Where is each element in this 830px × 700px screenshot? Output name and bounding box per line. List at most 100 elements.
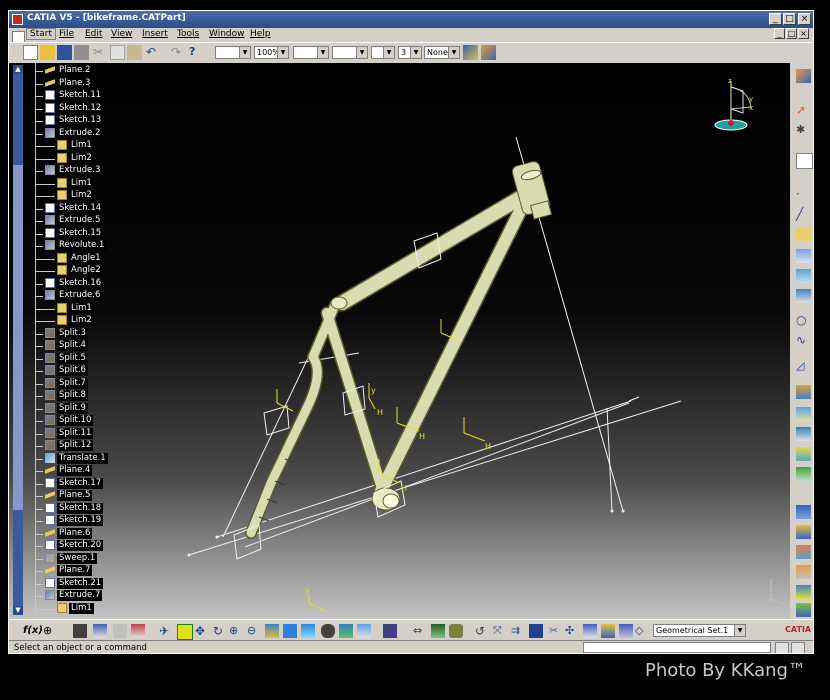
menu-insert[interactable]: Insert xyxy=(142,29,168,39)
layers-icon[interactable] xyxy=(619,624,633,638)
material-icon[interactable] xyxy=(357,624,371,638)
transparency-combo[interactable]: 100% ▼ xyxy=(254,46,289,59)
tree-node[interactable]: Extrude.5 xyxy=(35,215,103,227)
tree-node[interactable]: Revolute.1 xyxy=(35,240,107,252)
hide-show-icon[interactable] xyxy=(321,624,335,638)
shading-icon[interactable] xyxy=(301,624,315,638)
tree-node[interactable]: Sketch.11 xyxy=(35,90,104,102)
line-thickness-combo[interactable]: ▼ xyxy=(293,46,329,59)
macro-icon[interactable] xyxy=(131,624,145,638)
tree-node[interactable]: Plane.7 xyxy=(35,565,93,577)
help-icon[interactable]: ? xyxy=(189,45,204,60)
doc-minimize-button[interactable]: _ xyxy=(774,28,785,39)
constraint-icon[interactable] xyxy=(601,624,615,638)
swap-view-icon[interactable] xyxy=(339,624,353,638)
tree-node[interactable]: Lim2 xyxy=(35,190,94,202)
title-bar[interactable]: CATIA V5 - [bikeframe.CATPart] _ □ × xyxy=(9,11,813,28)
menu-file[interactable]: File xyxy=(59,29,74,39)
menu-start[interactable]: Start xyxy=(26,28,56,40)
tree-node[interactable]: Plane.4 xyxy=(35,465,93,477)
power-input-icon[interactable] xyxy=(775,642,789,653)
tree-node[interactable]: Sketch.17 xyxy=(35,477,104,490)
trim-icon[interactable] xyxy=(796,545,811,559)
snap-icon[interactable]: ✣ xyxy=(565,624,579,638)
menu-help[interactable]: Help xyxy=(250,29,271,39)
open-icon[interactable] xyxy=(40,45,55,60)
line-icon[interactable]: ╱ xyxy=(796,207,811,221)
intersection-icon[interactable] xyxy=(796,385,811,399)
tree-node[interactable]: Split.8 xyxy=(35,390,88,402)
tree-node[interactable]: Angle2 xyxy=(35,265,103,277)
weight-combo[interactable]: 3 ▼ xyxy=(398,46,422,59)
normal-view-icon[interactable] xyxy=(265,624,279,638)
select-arrow-icon[interactable]: ➚ xyxy=(796,103,811,117)
tree-node[interactable]: Extrude.2 xyxy=(35,127,103,140)
loft-icon[interactable] xyxy=(796,467,811,481)
tree-node[interactable]: Sketch.21 xyxy=(35,577,104,590)
catia-app-icon[interactable] xyxy=(12,14,23,25)
tree-node[interactable]: Lim1 xyxy=(35,302,94,315)
print-icon[interactable] xyxy=(74,45,89,60)
menu-tools[interactable]: Tools xyxy=(177,29,199,39)
tree-node[interactable]: Extrude.6 xyxy=(35,290,103,302)
dimension-icon[interactable] xyxy=(583,624,597,638)
tree-node[interactable]: Extrude.3 xyxy=(35,165,103,177)
revolve-tool-icon[interactable] xyxy=(796,269,811,283)
tree-node[interactable]: Plane.3 xyxy=(35,77,93,90)
tree-node[interactable]: Sketch.12 xyxy=(35,102,104,115)
cut-icon[interactable]: ✂ xyxy=(93,45,108,60)
fit-all-icon[interactable] xyxy=(177,624,193,640)
painter-icon[interactable] xyxy=(463,45,478,60)
fly-icon[interactable]: ✈ xyxy=(159,624,173,638)
tree-node[interactable]: Lim1 xyxy=(35,177,94,190)
mass-icon[interactable] xyxy=(449,624,463,638)
tree-node[interactable]: Lim1 xyxy=(35,140,94,152)
point-icon[interactable]: · xyxy=(796,187,811,201)
knowledge-icon[interactable] xyxy=(93,624,107,638)
translate-tool-icon[interactable] xyxy=(796,585,811,599)
zoom-out-icon[interactable]: ⊖ xyxy=(247,624,261,638)
tree-node[interactable]: Plane.6 xyxy=(35,527,93,540)
scroll-up-arrow[interactable]: ▲ xyxy=(13,65,23,74)
close-button[interactable]: × xyxy=(798,13,811,25)
undo-icon[interactable]: ↶ xyxy=(146,45,161,60)
3d-viewport[interactable]: yH HH Hy z y x ▲ ▼ Plane.2 Plane.3 Sketc… xyxy=(9,63,790,619)
tree-node[interactable]: Extrude.7 xyxy=(35,590,103,602)
tree-node[interactable]: Split.10 xyxy=(35,415,94,427)
sketcher-icon[interactable] xyxy=(796,153,813,169)
scroll-thumb[interactable] xyxy=(13,165,23,510)
circle-icon[interactable]: ○ xyxy=(796,313,811,327)
graphic-properties-icon[interactable] xyxy=(481,45,496,60)
tree-node[interactable]: Split.7 xyxy=(35,377,88,390)
compass-widget[interactable]: z y x xyxy=(714,77,753,131)
tree-node[interactable]: Lim2 xyxy=(35,315,94,327)
tree-node[interactable]: Sketch.16 xyxy=(35,277,104,290)
minimize-button[interactable]: _ xyxy=(769,13,782,25)
tree-node[interactable]: Sweep.1 xyxy=(35,552,98,565)
tree-node[interactable]: Sketch.19 xyxy=(35,515,104,527)
tree-node[interactable]: Split.4 xyxy=(35,340,88,352)
measure-item-icon[interactable] xyxy=(431,624,445,638)
corner-icon[interactable]: ◿ xyxy=(796,359,811,373)
spline-icon[interactable]: ∿ xyxy=(796,333,811,347)
color-combo[interactable]: ▼ xyxy=(215,46,251,59)
layer-combo[interactable]: None ▼ xyxy=(424,46,460,59)
workbench-icon[interactable] xyxy=(796,69,811,83)
extrude-tool-icon[interactable] xyxy=(796,249,811,263)
tree-node[interactable]: Sketch.13 xyxy=(35,115,104,127)
parallel-icon[interactable]: ⇉ xyxy=(511,624,525,638)
iso-view-icon[interactable] xyxy=(283,624,297,638)
input-history-icon[interactable] xyxy=(791,642,805,653)
linetype-combo[interactable]: ▼ xyxy=(332,46,368,59)
tree-scrollbar[interactable]: ▲ ▼ xyxy=(13,65,23,615)
pan-icon[interactable]: ✥ xyxy=(195,624,209,638)
extrapolate-icon[interactable] xyxy=(796,603,811,617)
update-icon[interactable] xyxy=(383,624,397,638)
redo-icon[interactable]: ↷ xyxy=(171,45,186,60)
tree-node[interactable]: Lim2 xyxy=(35,152,94,165)
split-tool-icon[interactable] xyxy=(796,525,811,539)
tree-node[interactable]: Split.6 xyxy=(35,365,88,377)
offset-icon[interactable] xyxy=(796,407,811,421)
paste-icon[interactable] xyxy=(127,45,142,60)
geometrical-set-combo[interactable]: Geometrical Set.1 ▼ xyxy=(653,624,746,637)
